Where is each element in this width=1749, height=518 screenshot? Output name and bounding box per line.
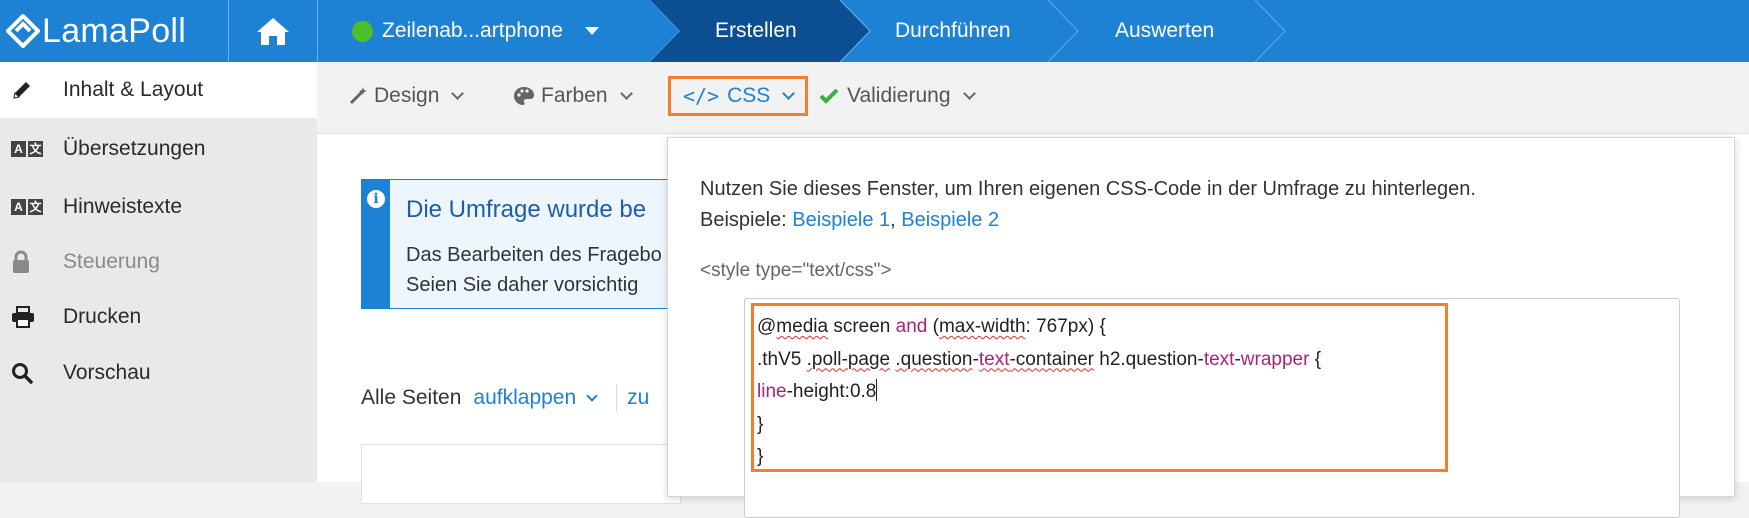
info-title: Die Umfrage wurde be bbox=[406, 196, 647, 223]
step-durchfuehren[interactable]: Durchführen bbox=[895, 0, 1011, 62]
sidebar-item-drucken[interactable]: Drucken bbox=[0, 289, 317, 345]
example-2-link[interactable]: Beispiele 2 bbox=[901, 209, 999, 231]
step-erstellen-label: Erstellen bbox=[715, 19, 797, 42]
css-label: CSS bbox=[727, 84, 771, 107]
code-line: } bbox=[757, 413, 764, 435]
code-line: @media screen and (max-width: 767px) { bbox=[757, 316, 1106, 337]
translate-icon: A文 bbox=[11, 137, 45, 161]
info-text-line: Seien Sie daher vorsichtig bbox=[406, 274, 639, 296]
sidebar-item-vorschau[interactable]: Vorschau bbox=[0, 345, 317, 401]
farben-label: Farben bbox=[541, 84, 608, 107]
divider bbox=[228, 0, 229, 62]
sidebar-item-uebersetzungen[interactable]: A文 Übersetzungen bbox=[0, 121, 317, 177]
info-text-line: Das Bearbeiten des Fragebo bbox=[406, 244, 662, 266]
home-icon bbox=[257, 18, 289, 45]
text-cursor bbox=[876, 379, 878, 401]
code-line: line-height:0.8 bbox=[757, 379, 878, 402]
palette-icon bbox=[514, 87, 534, 105]
checkmark-icon bbox=[819, 88, 839, 104]
home-button[interactable] bbox=[230, 0, 316, 62]
code-line: .thV5 .poll-page .question-text-containe… bbox=[757, 348, 1322, 370]
sidebar-item-label: Vorschau bbox=[63, 361, 151, 384]
sidebar-item-label: Steuerung bbox=[63, 250, 160, 273]
examples-line: Beispiele: Beispiele 1, Beispiele 2 bbox=[700, 205, 1476, 236]
chevron-down-icon bbox=[619, 87, 633, 100]
css-dropdown[interactable]: </> CSS bbox=[668, 76, 809, 116]
chevron-down-icon bbox=[584, 27, 599, 35]
search-icon bbox=[11, 361, 45, 385]
chevron-down-icon bbox=[451, 87, 465, 100]
translate-icon: A文 bbox=[11, 195, 45, 219]
sidebar: Inhalt & Layout A文 Übersetzungen A文 Hinw… bbox=[0, 62, 317, 482]
page-card bbox=[361, 444, 681, 504]
collapse-all-link[interactable]: zu bbox=[627, 386, 649, 410]
step-durchfuehren-label: Durchführen bbox=[895, 19, 1011, 42]
pencil-icon bbox=[11, 78, 45, 102]
code-icon: </> bbox=[683, 84, 720, 108]
sidebar-item-label: Hinweistexte bbox=[63, 195, 183, 218]
divider bbox=[616, 384, 618, 412]
css-code-editor[interactable]: @media screen and (max-width: 767px) { .t… bbox=[744, 298, 1680, 518]
info-bar: i bbox=[362, 180, 390, 308]
sidebar-item-steuerung[interactable]: Steuerung bbox=[0, 234, 317, 290]
design-dropdown[interactable]: Design bbox=[348, 76, 465, 116]
validierung-label: Validierung bbox=[847, 84, 951, 107]
sidebar-item-label: Inhalt & Layout bbox=[63, 78, 204, 101]
step-erstellen[interactable]: Erstellen bbox=[715, 0, 797, 62]
farben-dropdown[interactable]: Farben bbox=[513, 76, 633, 116]
validierung-dropdown[interactable]: Validierung bbox=[819, 76, 976, 116]
code-line: } bbox=[757, 446, 764, 467]
sidebar-item-inhalt-layout[interactable]: Inhalt & Layout bbox=[0, 62, 317, 118]
step-auswerten-label: Auswerten bbox=[1115, 19, 1215, 42]
pages-controls: Alle Seiten aufklappen zu bbox=[361, 384, 649, 412]
css-editor-panel: Nutzen Sie dieses Fenster, um Ihren eige… bbox=[667, 137, 1735, 518]
css-panel-description: Nutzen Sie dieses Fenster, um Ihren eige… bbox=[700, 174, 1476, 236]
sidebar-item-label: Übersetzungen bbox=[63, 137, 206, 160]
chevron-down-icon bbox=[962, 87, 976, 100]
lamapoll-logo[interactable]: LamaPoll bbox=[0, 0, 228, 62]
examples-prefix: Beispiele: bbox=[700, 209, 793, 231]
info-text: Das Bearbeiten des Fragebo Seien Sie dah… bbox=[406, 240, 662, 300]
sidebar-item-label: Drucken bbox=[63, 305, 142, 328]
editor-toolbar: Design Farben </> CSS Validierung bbox=[317, 62, 1749, 134]
css-panel-desc-line: Nutzen Sie dieses Fenster, um Ihren eige… bbox=[700, 178, 1476, 200]
info-notice: i Die Umfrage wurde be Das Bearbeiten de… bbox=[361, 179, 681, 309]
printer-icon bbox=[11, 305, 45, 329]
example-1-link[interactable]: Beispiele 1 bbox=[792, 209, 890, 231]
design-label: Design bbox=[374, 84, 440, 107]
code-content[interactable]: @media screen and (max-width: 767px) { .t… bbox=[757, 311, 1321, 474]
logo-mark-icon bbox=[6, 14, 40, 48]
magic-wand-icon bbox=[349, 87, 367, 105]
step-auswerten[interactable]: Auswerten bbox=[1115, 0, 1214, 62]
pages-label: Alle Seiten bbox=[361, 386, 462, 409]
survey-selector[interactable]: Zeilenab...artphone bbox=[320, 0, 650, 62]
examples-separator: , bbox=[890, 209, 902, 231]
survey-selector-label: Zeilenab...artphone bbox=[382, 19, 563, 42]
lock-icon bbox=[11, 250, 45, 274]
divider bbox=[317, 0, 318, 62]
info-icon: i bbox=[367, 190, 385, 208]
chevron-down-icon bbox=[782, 87, 796, 100]
top-navigation-bar: LamaPoll Zeilenab...artphone Erstellen D… bbox=[0, 0, 1749, 62]
status-dot-icon bbox=[352, 20, 373, 42]
sidebar-item-hinweistexte[interactable]: A文 Hinweistexte bbox=[0, 179, 317, 235]
expand-all-link[interactable]: aufklappen bbox=[473, 386, 576, 410]
style-tag-label: <style type="text/css"> bbox=[700, 260, 892, 281]
chevron-down-icon bbox=[586, 390, 598, 402]
logo-text: LamaPoll bbox=[42, 11, 187, 50]
